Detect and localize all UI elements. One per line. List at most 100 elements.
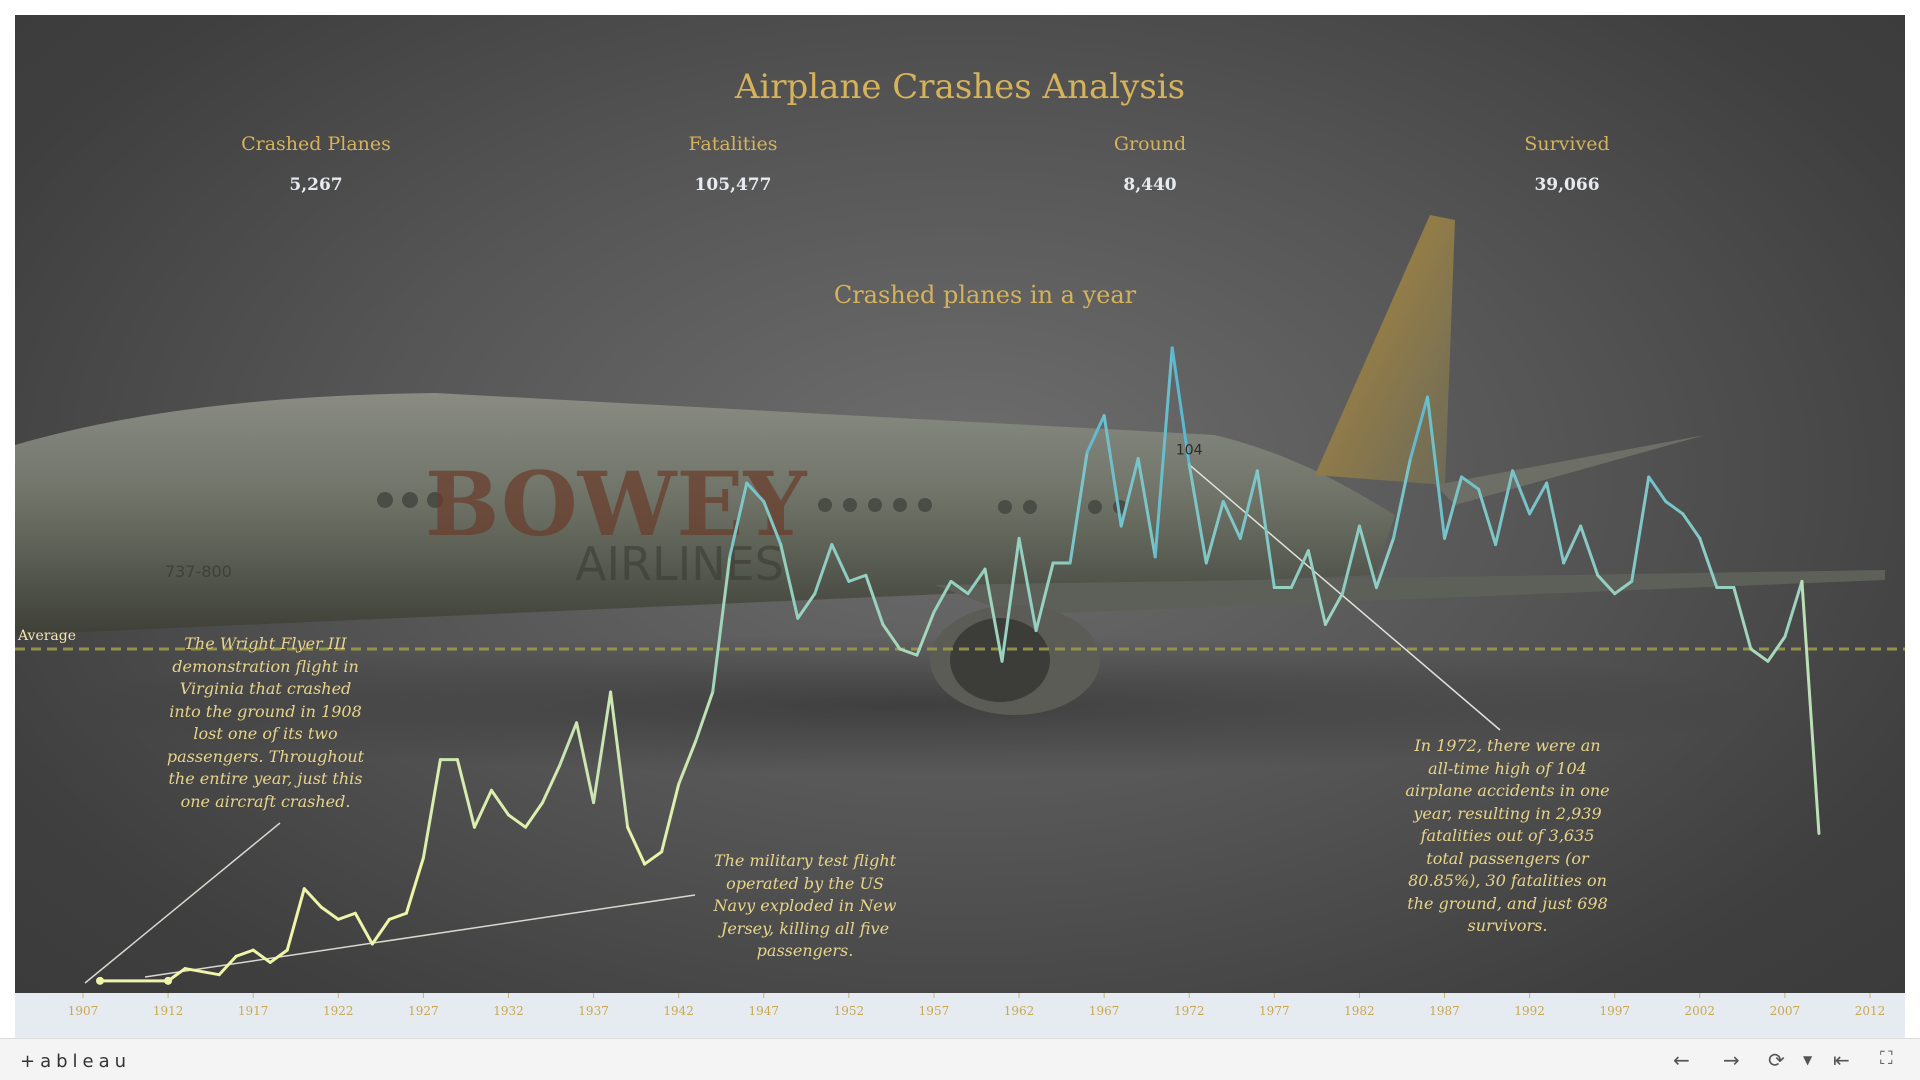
- series-line-segment: [1306, 549, 1327, 626]
- series-line-segment: [336, 911, 357, 921]
- tableau-logo-text: +ableau: [20, 1051, 132, 1072]
- series-line-segment: [1187, 463, 1208, 565]
- series-line-segment: [1783, 579, 1804, 639]
- series-line-segment: [932, 579, 953, 614]
- series-line-segment: [1613, 579, 1634, 596]
- series-line-segment: [1323, 592, 1344, 626]
- reset-icon[interactable]: ⇤: [1833, 1048, 1850, 1072]
- series-line-segment: [319, 905, 340, 921]
- undo-icon[interactable]: ←: [1673, 1048, 1690, 1072]
- series-line-segment: [1681, 512, 1702, 540]
- series-line-segment: [506, 813, 527, 829]
- series-line-segment: [745, 481, 766, 504]
- x-tick-label: 1957: [919, 1004, 950, 1018]
- series-line-segment: [609, 690, 630, 829]
- series-line-segment: [1630, 475, 1651, 583]
- x-tick-label: 1927: [408, 1004, 439, 1018]
- chevron-down-icon[interactable]: ▼: [1803, 1053, 1812, 1067]
- redo-icon[interactable]: →: [1723, 1048, 1740, 1072]
- series-line-segment: [558, 721, 579, 768]
- series-line-segment: [728, 481, 749, 559]
- series-line-segment: [1647, 475, 1668, 504]
- x-tick-label: 1922: [323, 1004, 354, 1018]
- series-line-segment: [1408, 395, 1430, 460]
- x-tick-label: 1917: [238, 1004, 269, 1018]
- dashboard: BOWEY AIRLINES 737-800 Airplane Crashes …: [15, 15, 1905, 1038]
- series-line-segment: [830, 543, 851, 583]
- series-line-segment: [1460, 475, 1481, 491]
- series-line-segment: [1289, 549, 1310, 590]
- series-line-segment: [353, 911, 374, 946]
- series-line-segment: [1596, 573, 1617, 596]
- x-tick-label: 1977: [1259, 1004, 1290, 1018]
- x-tick-label: 1932: [493, 1004, 524, 1018]
- series-line-segment: [455, 758, 476, 829]
- series-line-segment: [660, 782, 681, 854]
- x-tick-label: 2002: [1685, 1004, 1716, 1018]
- series-line-segment: [1698, 536, 1719, 590]
- series-line-segment: [1426, 395, 1447, 540]
- series-line-segment: [1017, 536, 1038, 633]
- series-line-segment: [881, 622, 902, 651]
- series-line-segment: [779, 543, 800, 620]
- average-label: Average: [17, 628, 76, 644]
- series-line-segment: [1511, 469, 1532, 516]
- series-line-segment: [694, 690, 715, 743]
- series-line-segment: [1579, 524, 1600, 577]
- series-line-segment: [847, 573, 868, 583]
- x-tick-label: 1962: [1004, 1004, 1035, 1018]
- data-point: [96, 976, 105, 985]
- series-line-segment: [575, 721, 596, 805]
- series-line-segment: [1068, 450, 1089, 565]
- crashes-line-chart[interactable]: Average 104 1907 1912 1917 1922 1927 1932 1937 19…: [15, 15, 1905, 1038]
- series-line-segment: [966, 567, 987, 596]
- tableau-toolbar: +ableau ← → ⟳ ▼ ⇤ ⛶: [0, 1038, 1920, 1080]
- fullscreen-icon[interactable]: ⛶: [1880, 1048, 1893, 1069]
- x-tick-label: 1942: [663, 1004, 694, 1018]
- series-line-segment: [1238, 469, 1259, 540]
- series-line-segment: [1357, 524, 1378, 590]
- series-line-segment: [1749, 647, 1770, 663]
- series-line-segment: [1102, 413, 1123, 528]
- series-line-segment: [1153, 346, 1174, 559]
- x-tick-label: 2007: [1770, 1004, 1801, 1018]
- series-line-segment: [1204, 500, 1225, 565]
- series-line-segment: [523, 801, 545, 829]
- series-line-segment: [592, 690, 613, 805]
- data-point: [164, 976, 173, 985]
- series-line-segment: [234, 948, 255, 958]
- series-line-segment: [1034, 561, 1055, 633]
- series-line-segment: [762, 500, 783, 547]
- series-line-segment: [1340, 524, 1361, 596]
- series-line-segment: [1000, 536, 1021, 663]
- series-line-segment: [472, 788, 493, 829]
- x-tick-label: 1997: [1599, 1004, 1630, 1018]
- x-tick-label: 2012: [1855, 1004, 1886, 1018]
- series-line-segment: [1255, 469, 1276, 590]
- series-line-segment: [1477, 487, 1498, 547]
- series-line-segment: [983, 567, 1004, 663]
- annotation-pointer-wright: [84, 822, 281, 984]
- series-line-segment: [864, 573, 885, 626]
- peak-data-label: 104: [1176, 443, 1203, 459]
- x-tick-label: 1982: [1344, 1004, 1375, 1018]
- series-line-segment: [302, 887, 323, 909]
- series-line-segment: [1800, 579, 1821, 835]
- x-tick-label: 1937: [578, 1004, 609, 1018]
- revert-icon[interactable]: ⟳: [1768, 1048, 1785, 1072]
- series-line-segment: [489, 788, 510, 817]
- tableau-logo[interactable]: +ableau: [20, 1051, 131, 1072]
- series-line-segment: [796, 592, 817, 620]
- x-tick-label: 1952: [834, 1004, 865, 1018]
- annotation-wright-flyer: The Wright Flyer III demonstration fligh…: [166, 634, 365, 811]
- annotation-peak-1972: In 1972, there were an all-time high of …: [1405, 736, 1610, 935]
- x-tick-label: 1947: [748, 1004, 779, 1018]
- series-line-segment: [1545, 481, 1566, 565]
- x-tick-label: 1972: [1174, 1004, 1205, 1018]
- series-line-segment: [1119, 456, 1140, 528]
- series-line-segment: [285, 887, 306, 952]
- series-line-segment: [1732, 586, 1753, 651]
- x-tick-label: 1992: [1514, 1004, 1545, 1018]
- series-line-segment: [1443, 475, 1464, 540]
- series-line-segment: [813, 543, 834, 596]
